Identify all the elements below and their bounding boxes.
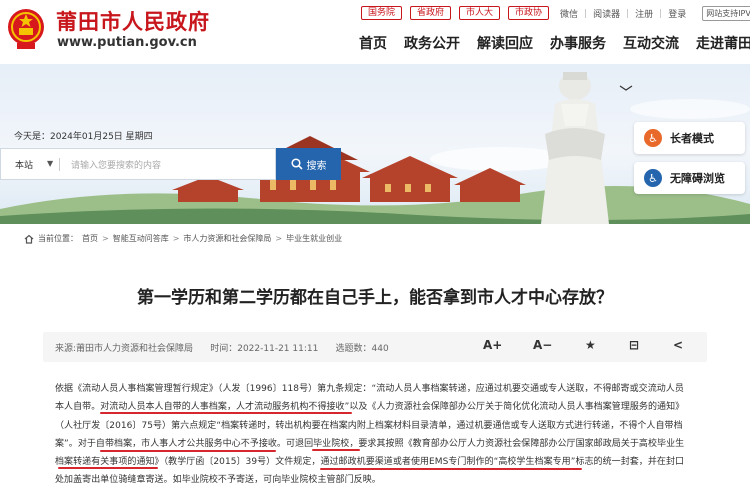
- elder-icon: ♿: [644, 129, 662, 147]
- print-icon[interactable]: ⊟: [629, 338, 639, 352]
- nav-item-interpretation[interactable]: 解读回应: [477, 33, 533, 53]
- highlight-underline: [100, 412, 352, 414]
- site-header: 莆田市人民政府 www.putian.gov.cn 国务院 省政府 市人大 市政…: [0, 0, 750, 64]
- site-url: www.putian.gov.cn: [57, 35, 197, 50]
- search-input[interactable]: 请输入您要搜索的内容: [71, 158, 161, 171]
- wechat-link[interactable]: 微信: [560, 7, 578, 20]
- article-body: 依据《流动人员人事档案管理暂行规定》（人发〔1996〕118号）第九条规定：“流…: [55, 380, 700, 488]
- search-icon: [290, 158, 303, 170]
- utility-links: 微信 | 阅读器 | 注册 | 登录 网站支持IPV6: [560, 6, 750, 21]
- breadcrumb-label: 当前位置：: [38, 234, 78, 243]
- article-source: 来源:莆田市人力资源和社会保障局: [55, 344, 194, 354]
- ipv6-badge: 网站支持IPV6: [702, 6, 750, 21]
- gov-link-npc[interactable]: 市人大: [459, 6, 501, 20]
- gov-link-province[interactable]: 省政府: [410, 6, 452, 20]
- banner: 今天是：2024年01月25日 星期四 本站 ▼ 请输入您要搜索的内容 搜索 ♿…: [0, 64, 750, 224]
- favorite-star-icon[interactable]: ★: [585, 338, 596, 352]
- breadcrumb-item-graduate[interactable]: 毕业生就业创业: [286, 233, 342, 244]
- site-name[interactable]: 莆田市人民政府: [56, 6, 210, 36]
- font-increase-button[interactable]: A+: [483, 338, 502, 352]
- reader-link[interactable]: 阅读器: [593, 7, 620, 20]
- nav-item-about-putian[interactable]: 走进莆田: [696, 33, 750, 53]
- breadcrumb-item-hr-bureau[interactable]: 市人力资源和社会保障局: [183, 233, 271, 244]
- site-scope-select[interactable]: 本站: [15, 158, 33, 171]
- breadcrumb: 当前位置： 首页 > 智能互动问答库 > 市人力资源和社会保障局 > 毕业生就业…: [24, 233, 342, 244]
- search-button[interactable]: 搜索: [276, 148, 341, 180]
- highlight-underline: [100, 450, 276, 452]
- article-title: 第一学历和第二学历都在自己手上，能否拿到市人才中心存放？: [137, 288, 613, 308]
- highlight-underline: [58, 467, 158, 469]
- article-time: 时间：2022-11-21 11:11: [210, 344, 319, 354]
- search-box: 本站 ▼ 请输入您要搜索的内容: [0, 148, 276, 180]
- login-link[interactable]: 登录: [668, 7, 686, 20]
- nav-item-gov-affairs[interactable]: 政务公开: [404, 33, 460, 53]
- article-meta-bar: 来源:莆田市人力资源和社会保障局 时间：2022-11-21 11:11 选题数…: [43, 332, 707, 362]
- gov-links: 国务院 省政府 市人大 市政协: [361, 6, 550, 20]
- search-button-label: 搜索: [306, 160, 327, 172]
- nav-item-interaction[interactable]: 互动交流: [623, 33, 679, 53]
- elder-mode-label: 长者模式: [670, 132, 714, 145]
- highlight-underline: [320, 468, 582, 470]
- gov-link-state-council[interactable]: 国务院: [361, 6, 403, 20]
- home-icon: [24, 234, 34, 244]
- main-nav: 首页 政务公开 解读回应 办事服务 互动交流 走进莆田: [359, 33, 750, 53]
- article-meta: 来源:莆田市人力资源和社会保障局 时间：2022-11-21 11:11 选题数…: [55, 341, 389, 354]
- share-icon[interactable]: <: [673, 338, 683, 352]
- article-views: 选题数：440: [335, 344, 389, 354]
- article-line: 处加盖寄出单位骑缝章寄送。如毕业院校不予寄送，可向毕业院校主管部门反映。: [55, 475, 381, 486]
- chevron-down-icon[interactable]: ▼: [47, 159, 53, 168]
- national-emblem-icon[interactable]: [6, 6, 46, 52]
- nav-item-services[interactable]: 办事服务: [550, 33, 606, 53]
- accessible-browse-label: 无障碍浏览: [670, 172, 725, 185]
- nav-item-home[interactable]: 首页: [359, 33, 387, 53]
- article-line: （人社厅发〔2016〕75号）第六点规定“档案转递时，转出机构要在档案内附上档案…: [55, 420, 683, 431]
- breadcrumb-item-home[interactable]: 首页: [82, 233, 98, 244]
- highlight-underline: [312, 449, 360, 451]
- register-link[interactable]: 注册: [635, 7, 653, 20]
- breadcrumb-item-qa[interactable]: 智能互动问答库: [113, 233, 169, 244]
- date-display: 今天是：2024年01月25日 星期四: [14, 132, 153, 142]
- accessible-browse-button[interactable]: ♿ 无障碍浏览: [634, 162, 745, 194]
- article-line: 依据《流动人员人事档案管理暂行规定》（人发〔1996〕118号）第九条规定：“流…: [55, 384, 684, 394]
- accessibility-icon: ♿: [644, 169, 662, 187]
- font-decrease-button[interactable]: A−: [533, 338, 552, 352]
- mazu-statue-image: [541, 72, 609, 224]
- elder-mode-button[interactable]: ♿ 长者模式: [634, 122, 745, 154]
- gov-link-cppcc[interactable]: 市政协: [508, 6, 550, 20]
